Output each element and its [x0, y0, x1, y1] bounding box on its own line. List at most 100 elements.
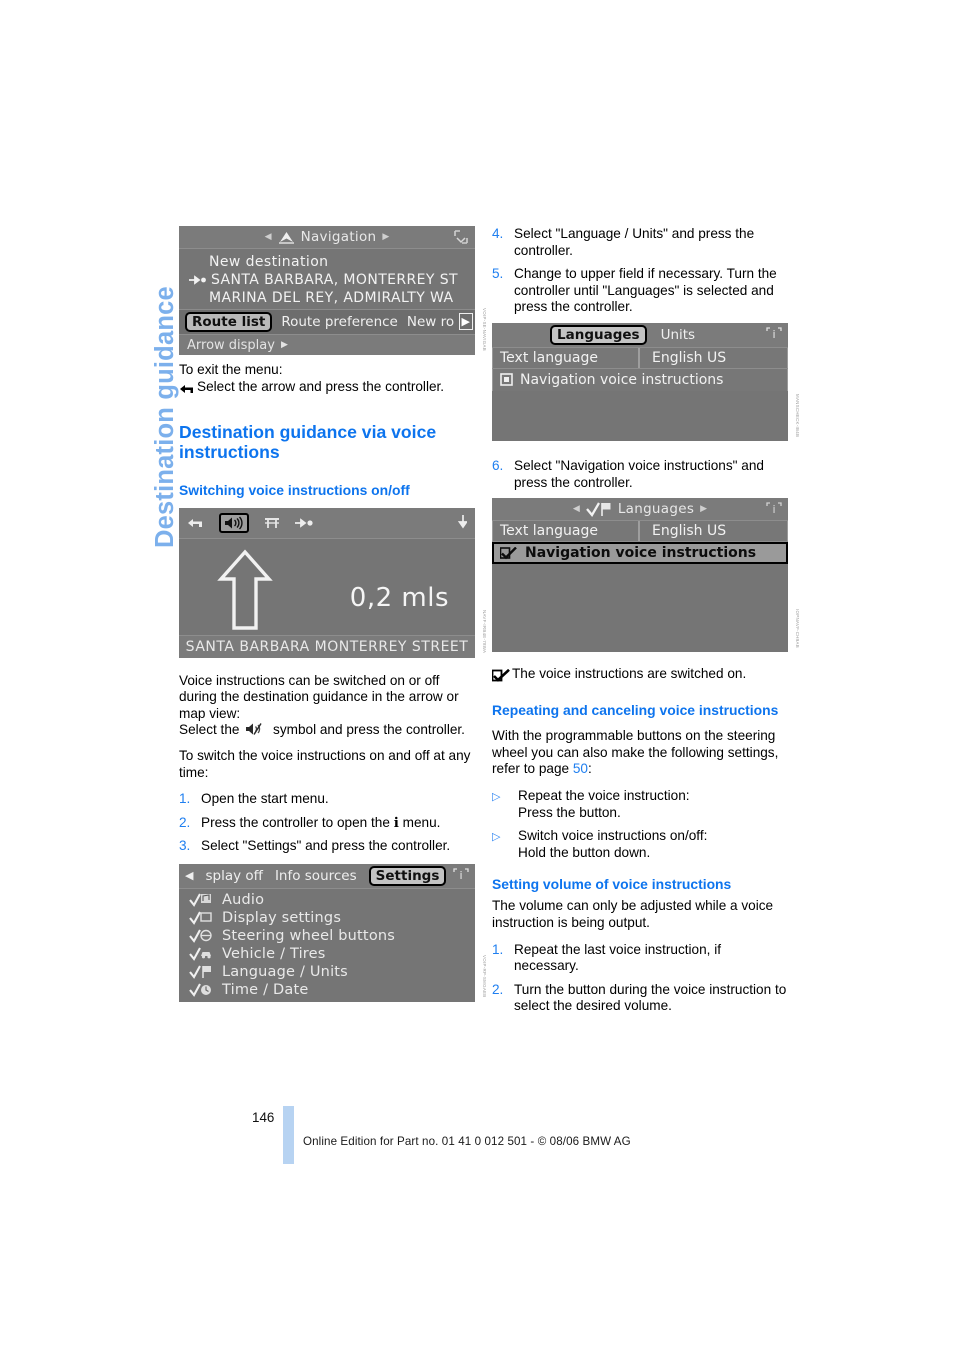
exit-menu-instruction-text: Select the arrow and press the controlle… — [197, 378, 445, 394]
settings-screen-tabs: ◀ splay off Info sources Settings i — [179, 863, 475, 889]
tab-info-sources[interactable]: Info sources — [275, 868, 357, 884]
step-item: 2. Press the controller to open the ℹ me… — [179, 815, 475, 832]
navigation-screen-footer[interactable]: Arrow display ▶ — [179, 334, 475, 355]
step-number: 5. — [492, 266, 504, 282]
guidance-screen: 0,2 mls SANTA BARBARA MONTERREY STREET N… — [179, 507, 487, 658]
step-number: 2. — [492, 981, 504, 997]
chapter-title: Destination guidance — [113, 222, 179, 552]
checkbox-checked-icon — [500, 546, 518, 560]
left-column: ◀ Navigation ▶ New destination SANTA BAR… — [179, 226, 487, 1006]
note-voice-on-text: The voice instructions are switched on. — [512, 666, 747, 682]
nav-list-item[interactable]: New destination — [179, 253, 475, 271]
nav-voice-checkbox-label: Navigation voice instructions — [520, 371, 724, 388]
body-2-pre: Select the — [179, 722, 240, 738]
step-item: 4. Select "Language / Units" and press t… — [492, 226, 788, 259]
step-text: Select "Navigation voice instructions" a… — [514, 457, 764, 490]
settings-item-language-units[interactable]: Language / Units — [179, 963, 475, 981]
settings-item-vehicle-tires[interactable]: Vehicle / Tires — [179, 945, 475, 963]
volume-intro: The volume can only be adjusted while a … — [492, 898, 774, 930]
page-reference-link[interactable]: 50 — [573, 761, 588, 776]
step-number: 6. — [492, 457, 504, 473]
text-language-label: Text language — [492, 521, 640, 542]
settings-item-label: Vehicle / Tires — [222, 945, 326, 962]
settings-item-steering-wheel-buttons[interactable]: Steering wheel buttons — [179, 927, 475, 945]
repeat-intro: With the programmable buttons on the ste… — [492, 728, 788, 778]
nav-list-item-label: SANTA BARBARA, MONTERREY ST — [211, 272, 458, 288]
navigation-screen-tabs: Route list Route preference New ro ▶ — [179, 309, 475, 334]
scroll-left-icon[interactable]: ◀ — [185, 869, 193, 882]
bullet-line-1: Repeat the voice instruction: — [518, 787, 690, 803]
checkbox-icon — [500, 373, 513, 387]
check-display-icon — [189, 910, 213, 926]
nav-list-item[interactable]: MARINA DEL REY, ADMIRALTY WA — [179, 289, 475, 307]
svg-text:i: i — [772, 503, 775, 516]
settings-item-display-settings[interactable]: Display settings — [179, 909, 475, 927]
navigation-screen-header: ◀ Navigation ▶ — [179, 226, 475, 249]
next-arrow-icon[interactable]: ▶ — [700, 504, 707, 514]
exit-menu-block: To exit the menu: Select the arrow and p… — [179, 362, 475, 396]
info-corner-icon[interactable]: i — [766, 501, 782, 517]
text-language-row[interactable]: Text language English US — [492, 347, 788, 369]
tab-display-off[interactable]: splay off — [205, 868, 262, 884]
nav-voice-checkbox-row-selected[interactable]: Navigation voice instructions — [492, 542, 788, 565]
text-language-value: English US — [652, 349, 727, 366]
settings-item-label: Display settings — [222, 909, 342, 926]
next-arrow-icon[interactable]: ▶ — [382, 232, 389, 242]
back-arrow-icon — [179, 379, 197, 396]
check-clock-icon — [189, 982, 213, 998]
guidance-street-name: SANTA BARBARA MONTERREY STREET — [179, 634, 475, 658]
check-flag-icon — [189, 964, 213, 980]
nav-voice-checkbox-row[interactable]: Navigation voice instructions — [492, 369, 788, 391]
steps-1-3: 1. Open the start menu. 2. Press the con… — [179, 791, 475, 855]
chevron-right-icon: ▶ — [280, 340, 288, 350]
guidance-screen-toolbar — [179, 507, 475, 539]
nav-compass-icon — [278, 230, 295, 245]
turn-down-arrow-icon — [453, 514, 467, 531]
settings-item-label: Steering wheel buttons — [222, 927, 396, 944]
guidance-screen-main: 0,2 mls — [179, 538, 475, 635]
check-steering-icon — [189, 928, 213, 944]
step-number: 1. — [179, 791, 191, 807]
nav-voice-checkbox-label: Navigation voice instructions — [525, 545, 757, 562]
repeat-bullets: ▷ Repeat the voice instruction: Press th… — [492, 788, 788, 861]
svg-text:i: i — [772, 328, 775, 341]
step-number: 2. — [179, 814, 191, 830]
prev-arrow-icon[interactable]: ◀ — [573, 504, 580, 514]
guidance-distance: 0,2 mls — [349, 582, 449, 613]
body-2-post: symbol and press the controller. — [273, 722, 465, 738]
step-text: Select "Settings" and press the controll… — [201, 838, 451, 854]
settings-item-audio[interactable]: Audio — [179, 891, 475, 909]
repeat-intro-pre: With the programmable buttons on the ste… — [492, 728, 779, 777]
tab-new-route[interactable]: New ro — [407, 314, 454, 330]
info-corner-icon[interactable]: i — [766, 326, 782, 342]
navigation-screen: ◀ Navigation ▶ New destination SANTA BAR… — [179, 226, 487, 355]
settings-item-label: Language / Units — [222, 963, 348, 980]
step-text: Repeat the last voice instruction, if ne… — [514, 941, 722, 974]
tab-units[interactable]: Units — [661, 327, 696, 343]
heading-repeating-canceling: Repeating and canceling voice instructio… — [492, 702, 779, 719]
settings-item-label: Time / Date — [222, 981, 309, 998]
bullet-item: ▷ Repeat the voice instruction: Press th… — [492, 788, 788, 821]
text-language-row[interactable]: Text language English US — [492, 521, 788, 543]
highway-icon[interactable] — [263, 516, 281, 530]
tab-route-list[interactable]: Route list — [185, 312, 273, 332]
destination-icon[interactable] — [295, 517, 315, 529]
exit-menu-instruction: Select the arrow and press the controlle… — [179, 379, 475, 396]
step-number: 3. — [179, 838, 191, 854]
nav-list-item-current[interactable]: SANTA BARBARA, MONTERREY ST — [179, 271, 475, 289]
languages-screen-empty-area — [492, 564, 788, 653]
chapter-title-text: Destination guidance — [151, 286, 179, 548]
tab-languages[interactable]: Languages — [550, 324, 647, 345]
prev-arrow-icon[interactable]: ◀ — [265, 232, 272, 242]
settings-item-time-date[interactable]: Time / Date — [179, 981, 475, 999]
step-text: Turn the button during the voice instruc… — [514, 981, 787, 1014]
return-corner-icon[interactable] — [453, 229, 469, 245]
tab-route-preference[interactable]: Route preference — [281, 314, 398, 330]
info-corner-icon[interactable]: i — [453, 867, 469, 883]
back-arrow-icon[interactable] — [187, 516, 205, 530]
settings-screen-list: Audio Display settings Steering wheel bu… — [179, 888, 475, 1002]
tabs-scroll-right-icon[interactable]: ▶ — [458, 313, 473, 330]
tab-settings[interactable]: Settings — [368, 865, 447, 886]
settings-screen: ◀ splay off Info sources Settings i Audi… — [179, 863, 487, 1002]
speaker-icon[interactable] — [219, 512, 249, 533]
